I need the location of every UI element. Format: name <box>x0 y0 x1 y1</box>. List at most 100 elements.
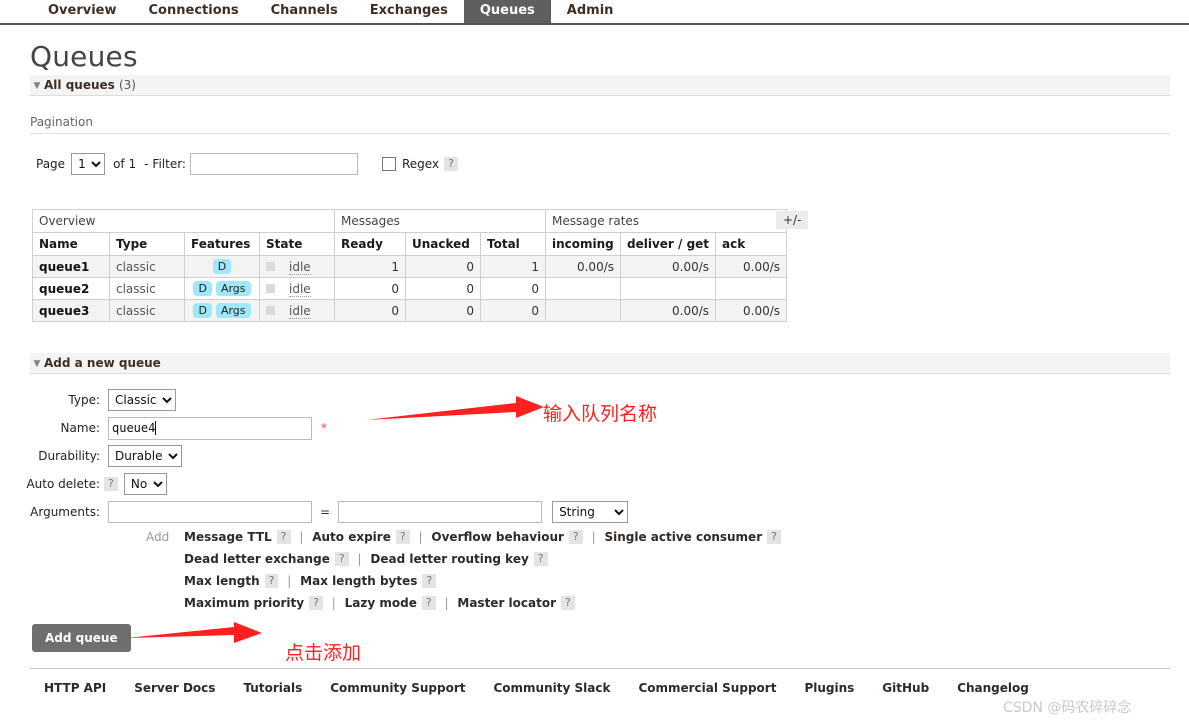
regex-checkbox[interactable] <box>381 157 396 171</box>
preset-separator: | <box>444 596 449 610</box>
queue-type-cell: classic <box>109 255 185 278</box>
pagination-dash: - <box>144 157 149 171</box>
footer-link-community-support[interactable]: Community Support <box>316 681 479 695</box>
all-queues-count: (3) <box>118 78 136 92</box>
collapse-triangle-icon[interactable]: ▼ <box>30 354 44 374</box>
collapse-triangle-icon[interactable]: ▼ <box>30 76 44 96</box>
master-locator-help-icon[interactable]: ? <box>561 596 575 610</box>
footer-link-http-api[interactable]: HTTP API <box>30 681 120 695</box>
nav-tab-overview[interactable]: Overview <box>32 0 133 23</box>
state-text: idle <box>289 259 311 275</box>
argument-value-input[interactable] <box>338 501 543 523</box>
durability-select[interactable]: Durable <box>108 445 182 467</box>
column-header-total[interactable]: Total <box>480 232 546 256</box>
add-queue-section-header[interactable]: ▼ Add a new queue <box>30 353 1170 374</box>
nav-tab-channels[interactable]: Channels <box>255 0 354 23</box>
queue-ack-cell: 0.00/s <box>715 255 788 278</box>
type-select[interactable]: Classic <box>108 389 176 411</box>
annotation-enter-queue-name: 输入队列名称 <box>543 403 658 425</box>
filter-label: Filter: <box>152 157 186 171</box>
table-row[interactable]: queue1 classic D idle 1 0 1 0.00/s 0.00/… <box>32 255 788 278</box>
state-text: idle <box>289 303 311 319</box>
auto-expire-help-icon[interactable]: ? <box>395 530 410 544</box>
column-header-ready[interactable]: Ready <box>334 232 406 256</box>
column-header-type[interactable]: Type <box>109 232 185 256</box>
state-indicator-icon <box>266 261 275 271</box>
maximum-priority-help-icon[interactable]: ? <box>309 596 323 610</box>
queue-features-cell: D Args <box>184 277 260 300</box>
table-row[interactable]: queue3 classic D Args idle 0 0 0 0.00/s 0… <box>32 299 788 322</box>
footer-link-community-slack[interactable]: Community Slack <box>479 681 624 695</box>
column-header-name[interactable]: Name <box>32 232 110 256</box>
table-group-header-row: Overview Messages Message rates <box>32 209 788 233</box>
text-cursor <box>155 420 157 435</box>
preset-lazy-mode[interactable]: Lazy mode <box>345 596 417 610</box>
name-input[interactable]: queue4 <box>108 416 312 440</box>
nav-tab-exchanges[interactable]: Exchanges <box>354 0 464 23</box>
overflow-behaviour-help-icon[interactable]: ? <box>568 530 583 544</box>
auto-delete-select[interactable]: No <box>123 473 167 495</box>
column-header-deliver-get[interactable]: deliver / get <box>619 232 717 256</box>
column-header-features[interactable]: Features <box>184 232 260 256</box>
queue-type-cell: classic <box>109 299 185 322</box>
preset-overflow-behaviour[interactable]: Overflow behaviour <box>431 530 564 544</box>
preset-message-ttl[interactable]: Message TTL <box>184 530 272 544</box>
nav-tab-list: Overview Connections Channels Exchanges … <box>32 0 629 23</box>
preset-separator: | <box>299 530 304 544</box>
dead-letter-exchange-help-icon[interactable]: ? <box>334 552 349 566</box>
preset-dead-letter-exchange[interactable]: Dead letter exchange <box>184 552 330 566</box>
lazy-mode-help-icon[interactable]: ? <box>421 596 436 610</box>
max-length-bytes-help-icon[interactable]: ? <box>422 574 437 588</box>
filter-input[interactable] <box>189 153 358 175</box>
max-length-help-icon[interactable]: ? <box>264 574 279 588</box>
preset-separator: | <box>357 552 362 566</box>
add-queue-button[interactable]: Add queue <box>32 624 131 652</box>
auto-delete-help-icon[interactable]: ? <box>104 477 118 491</box>
state-indicator-icon <box>266 283 275 293</box>
feature-badge-durable: D <box>193 281 212 296</box>
single-active-consumer-help-icon[interactable]: ? <box>767 530 781 544</box>
footer-link-plugins[interactable]: Plugins <box>790 681 868 695</box>
footer-link-changelog[interactable]: Changelog <box>943 681 1043 695</box>
preset-maximum-priority[interactable]: Maximum priority <box>184 596 304 610</box>
preset-auto-expire[interactable]: Auto expire <box>312 530 391 544</box>
dead-letter-routing-key-help-icon[interactable]: ? <box>533 552 548 566</box>
queue-incoming-cell <box>545 277 621 300</box>
preset-dead-letter-routing-key[interactable]: Dead letter routing key <box>370 552 528 566</box>
nav-tab-connections[interactable]: Connections <box>133 0 255 23</box>
preset-max-length-bytes[interactable]: Max length bytes <box>300 574 417 588</box>
preset-max-length[interactable]: Max length <box>184 574 260 588</box>
column-header-incoming[interactable]: incoming <box>545 232 621 256</box>
preset-master-locator[interactable]: Master locator <box>457 596 556 610</box>
argument-type-select[interactable]: String <box>552 501 629 523</box>
feature-badge-args: Args <box>215 281 251 296</box>
queue-incoming-cell <box>545 299 621 322</box>
all-queues-label: All queues <box>44 78 115 92</box>
nav-tab-admin[interactable]: Admin <box>551 0 630 23</box>
all-queues-section-header[interactable]: ▼ All queues (3) <box>30 75 1170 96</box>
queue-ack-cell <box>715 277 788 300</box>
footer-link-server-docs[interactable]: Server Docs <box>120 681 229 695</box>
footer-link-github[interactable]: GitHub <box>868 681 943 695</box>
footer-link-tutorials[interactable]: Tutorials <box>229 681 316 695</box>
state-text: idle <box>289 281 311 297</box>
queue-name-cell[interactable]: queue1 <box>32 255 110 278</box>
queues-table-body: queue1 classic D idle 1 0 1 0.00/s 0.00/… <box>32 255 788 322</box>
preset-single-active-consumer[interactable]: Single active consumer <box>604 530 762 544</box>
column-header-state[interactable]: State <box>259 232 335 256</box>
message-ttl-help-icon[interactable]: ? <box>276 530 291 544</box>
page-select[interactable]: 1 <box>71 153 106 175</box>
column-header-ack[interactable]: ack <box>715 232 788 256</box>
arguments-label: Arguments: <box>30 505 100 519</box>
footer-link-commercial-support[interactable]: Commercial Support <box>624 681 790 695</box>
queue-name-cell[interactable]: queue2 <box>32 277 110 300</box>
column-header-unacked[interactable]: Unacked <box>405 232 481 256</box>
table-row[interactable]: queue2 classic D Args idle 0 0 0 <box>32 277 788 300</box>
regex-help-icon[interactable]: ? <box>444 157 458 171</box>
queue-state-cell: idle <box>259 299 335 322</box>
queue-name-cell[interactable]: queue3 <box>32 299 110 322</box>
toggle-columns-button[interactable]: +/- <box>776 211 809 229</box>
nav-tab-queues[interactable]: Queues <box>463 0 551 23</box>
argument-key-input[interactable] <box>108 501 312 523</box>
argument-equals-sign: = <box>320 505 331 519</box>
